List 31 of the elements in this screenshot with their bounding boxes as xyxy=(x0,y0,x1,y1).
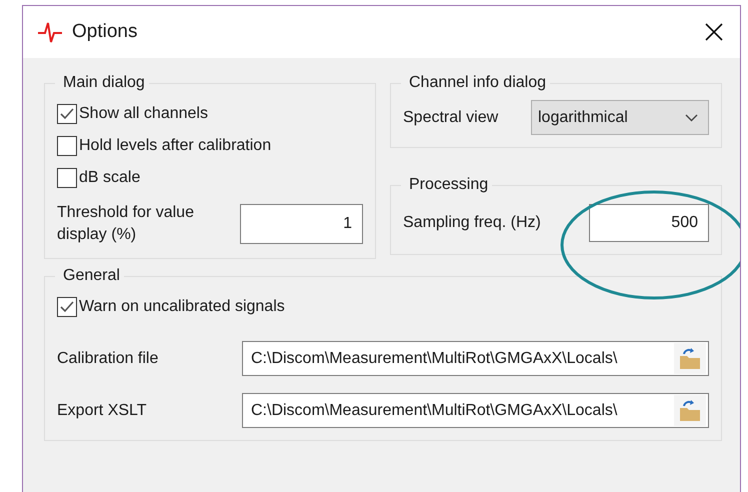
window-title: Options xyxy=(72,21,138,43)
browse-button[interactable] xyxy=(674,395,706,426)
group-title: Processing xyxy=(408,176,490,194)
checkbox[interactable] xyxy=(57,104,77,124)
threshold-field[interactable]: 1 xyxy=(240,204,363,244)
path-field[interactable]: C:\Discom\Measurement\MultiRot\GMGAxX\Locals\ xyxy=(242,393,709,428)
group-title: Channel info dialog xyxy=(408,74,547,92)
field-label: Sampling freq. (Hz) xyxy=(403,214,541,232)
folder-icon xyxy=(678,348,702,370)
checkbox[interactable] xyxy=(57,297,77,317)
folder-icon xyxy=(678,400,702,422)
check-icon xyxy=(60,108,74,120)
field-label: Calibration file xyxy=(57,350,158,368)
sampling-frequency-field[interactable]: 500 xyxy=(589,204,709,242)
group-title: General xyxy=(62,267,121,285)
browse-button[interactable] xyxy=(674,343,706,374)
field-label: Threshold for value display (%) xyxy=(57,203,195,245)
spectral-view-dropdown[interactable]: logarithmical xyxy=(531,100,709,135)
checkbox-label: Show all channels xyxy=(79,105,208,123)
checkbox-label: dB scale xyxy=(79,169,140,187)
check-icon xyxy=(60,301,74,313)
path-field[interactable]: C:\Discom\Measurement\MultiRot\GMGAxX\Locals\ xyxy=(242,341,709,376)
field-label: Export XSLT xyxy=(57,402,147,420)
checkbox[interactable] xyxy=(57,136,77,156)
field-label: Spectral view xyxy=(403,108,498,126)
checkbox-label: Hold levels after calibration xyxy=(79,137,272,155)
checkbox[interactable] xyxy=(57,168,77,188)
group-title: Main dialog xyxy=(62,74,146,92)
checkbox-label: Warn on uncalibrated signals xyxy=(79,298,285,316)
chevron-icon xyxy=(685,114,698,122)
pulse-icon xyxy=(37,21,63,43)
